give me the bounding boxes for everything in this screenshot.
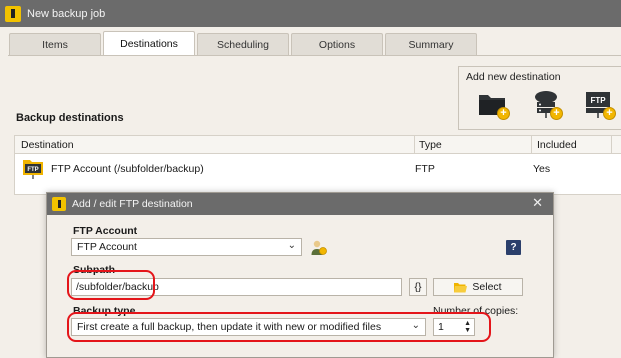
plus-icon: +: [550, 107, 563, 120]
select-button[interactable]: Select: [433, 278, 523, 296]
column-divider[interactable]: [414, 136, 415, 154]
add-destination-group: Add new destination + + FTP +: [458, 66, 621, 130]
column-header-included[interactable]: Included: [537, 139, 577, 151]
insert-variable-button[interactable]: {}: [409, 278, 427, 296]
backup-destinations-title: Backup destinations: [16, 112, 124, 124]
dialog-title: Add / edit FTP destination: [72, 198, 193, 210]
table-header: Destination Type Included: [15, 136, 621, 154]
app-logo-icon: [52, 197, 66, 211]
add-ftp-destination-button[interactable]: FTP +: [582, 87, 616, 121]
column-divider[interactable]: [531, 136, 532, 154]
help-icon[interactable]: ?: [506, 240, 521, 255]
tab-options[interactable]: Options: [291, 33, 383, 55]
chevron-down-icon: ⌄: [287, 240, 296, 251]
plus-icon: +: [497, 107, 510, 120]
tab-items[interactable]: Items: [9, 33, 101, 55]
subpath-highlight: [67, 270, 155, 300]
window-titlebar: New backup job: [0, 0, 621, 27]
table-row[interactable]: FTP FTP Account (/subfolder/backup) FTP …: [15, 154, 621, 184]
ftp-account-value: FTP Account: [77, 241, 137, 253]
backup-type-highlight: [67, 312, 491, 342]
edit-account-icon[interactable]: [310, 239, 328, 257]
add-cloud-destination-button[interactable]: +: [529, 87, 563, 121]
app-logo-icon: [5, 5, 21, 22]
column-header-destination[interactable]: Destination: [21, 139, 74, 151]
tab-scheduling[interactable]: Scheduling: [197, 33, 289, 55]
window-title: New backup job: [27, 7, 106, 20]
ftp-account-label: FTP Account: [73, 225, 138, 237]
column-header-type[interactable]: Type: [419, 139, 442, 151]
tab-summary[interactable]: Summary: [385, 33, 477, 55]
destinations-table: Destination Type Included FTP FTP Accoun…: [14, 135, 621, 195]
add-destination-label: Add new destination: [466, 71, 561, 83]
row-destination: FTP Account (/subfolder/backup): [51, 163, 204, 175]
svg-text:FTP: FTP: [590, 96, 606, 105]
tab-bar: Items Destinations Scheduling Options Su…: [9, 31, 479, 55]
folder-icon: [454, 282, 468, 292]
add-local-destination-button[interactable]: +: [476, 87, 510, 121]
dialog-titlebar[interactable]: Add / edit FTP destination ✕: [47, 193, 553, 215]
select-button-label: Select: [472, 281, 502, 293]
row-type: FTP: [415, 163, 435, 175]
close-icon[interactable]: ✕: [532, 196, 543, 210]
ftp-account-select[interactable]: FTP Account ⌄: [71, 238, 302, 256]
svg-text:FTP: FTP: [27, 167, 38, 173]
column-divider[interactable]: [611, 136, 612, 154]
tab-destinations[interactable]: Destinations: [103, 31, 195, 55]
ftp-folder-icon: FTP: [23, 160, 43, 179]
row-included: Yes: [533, 163, 551, 175]
plus-icon: +: [603, 107, 616, 120]
